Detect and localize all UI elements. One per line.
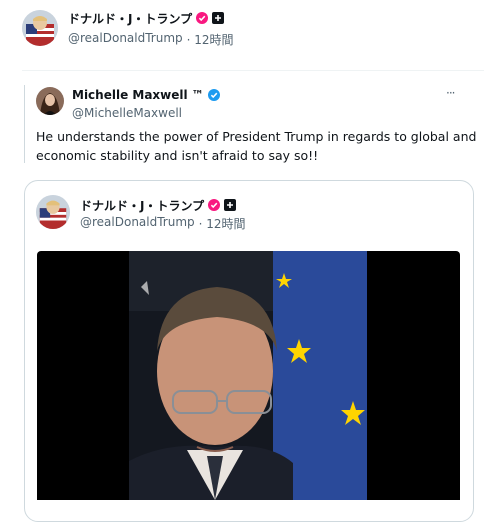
government-badge-icon <box>212 12 225 24</box>
top-author-handle[interactable]: @realDonaldTrump <box>68 31 183 48</box>
more-options-icon[interactable]: ··· <box>446 86 456 100</box>
embedded-post-time[interactable]: · 12時間 <box>199 215 246 232</box>
video-player[interactable] <box>37 251 460 500</box>
reply-author-handle[interactable]: @MichelleMaxwell <box>72 106 182 120</box>
trump-avatar-icon <box>22 10 58 46</box>
top-author-name[interactable]: ドナルド・J・トランプ <box>68 10 192 27</box>
video-frame <box>129 251 367 500</box>
reply-thread-line <box>24 85 25 163</box>
profile-photo-icon <box>36 87 64 115</box>
verified-badge-icon <box>196 12 209 24</box>
top-post-time[interactable]: · 12時間 <box>187 31 234 48</box>
verified-badge-icon <box>207 88 220 101</box>
reply-author-name[interactable]: Michelle Maxwell ™ <box>72 88 204 102</box>
verified-badge-icon <box>208 199 221 211</box>
embedded-author-avatar[interactable] <box>36 195 70 229</box>
reply-text-line-1: He understands the power of President Tr… <box>36 129 477 144</box>
government-badge-icon <box>224 199 237 211</box>
trump-avatar-icon <box>36 195 70 229</box>
embedded-author-name[interactable]: ドナルド・J・トランプ <box>80 197 204 214</box>
top-author-avatar[interactable] <box>22 10 58 46</box>
embedded-author-handle[interactable]: @realDonaldTrump <box>80 215 195 232</box>
reply-author-avatar[interactable] <box>36 87 64 115</box>
reply-text-line-2: economic stability and isn't afraid to s… <box>36 148 319 163</box>
thread-divider <box>22 70 484 71</box>
